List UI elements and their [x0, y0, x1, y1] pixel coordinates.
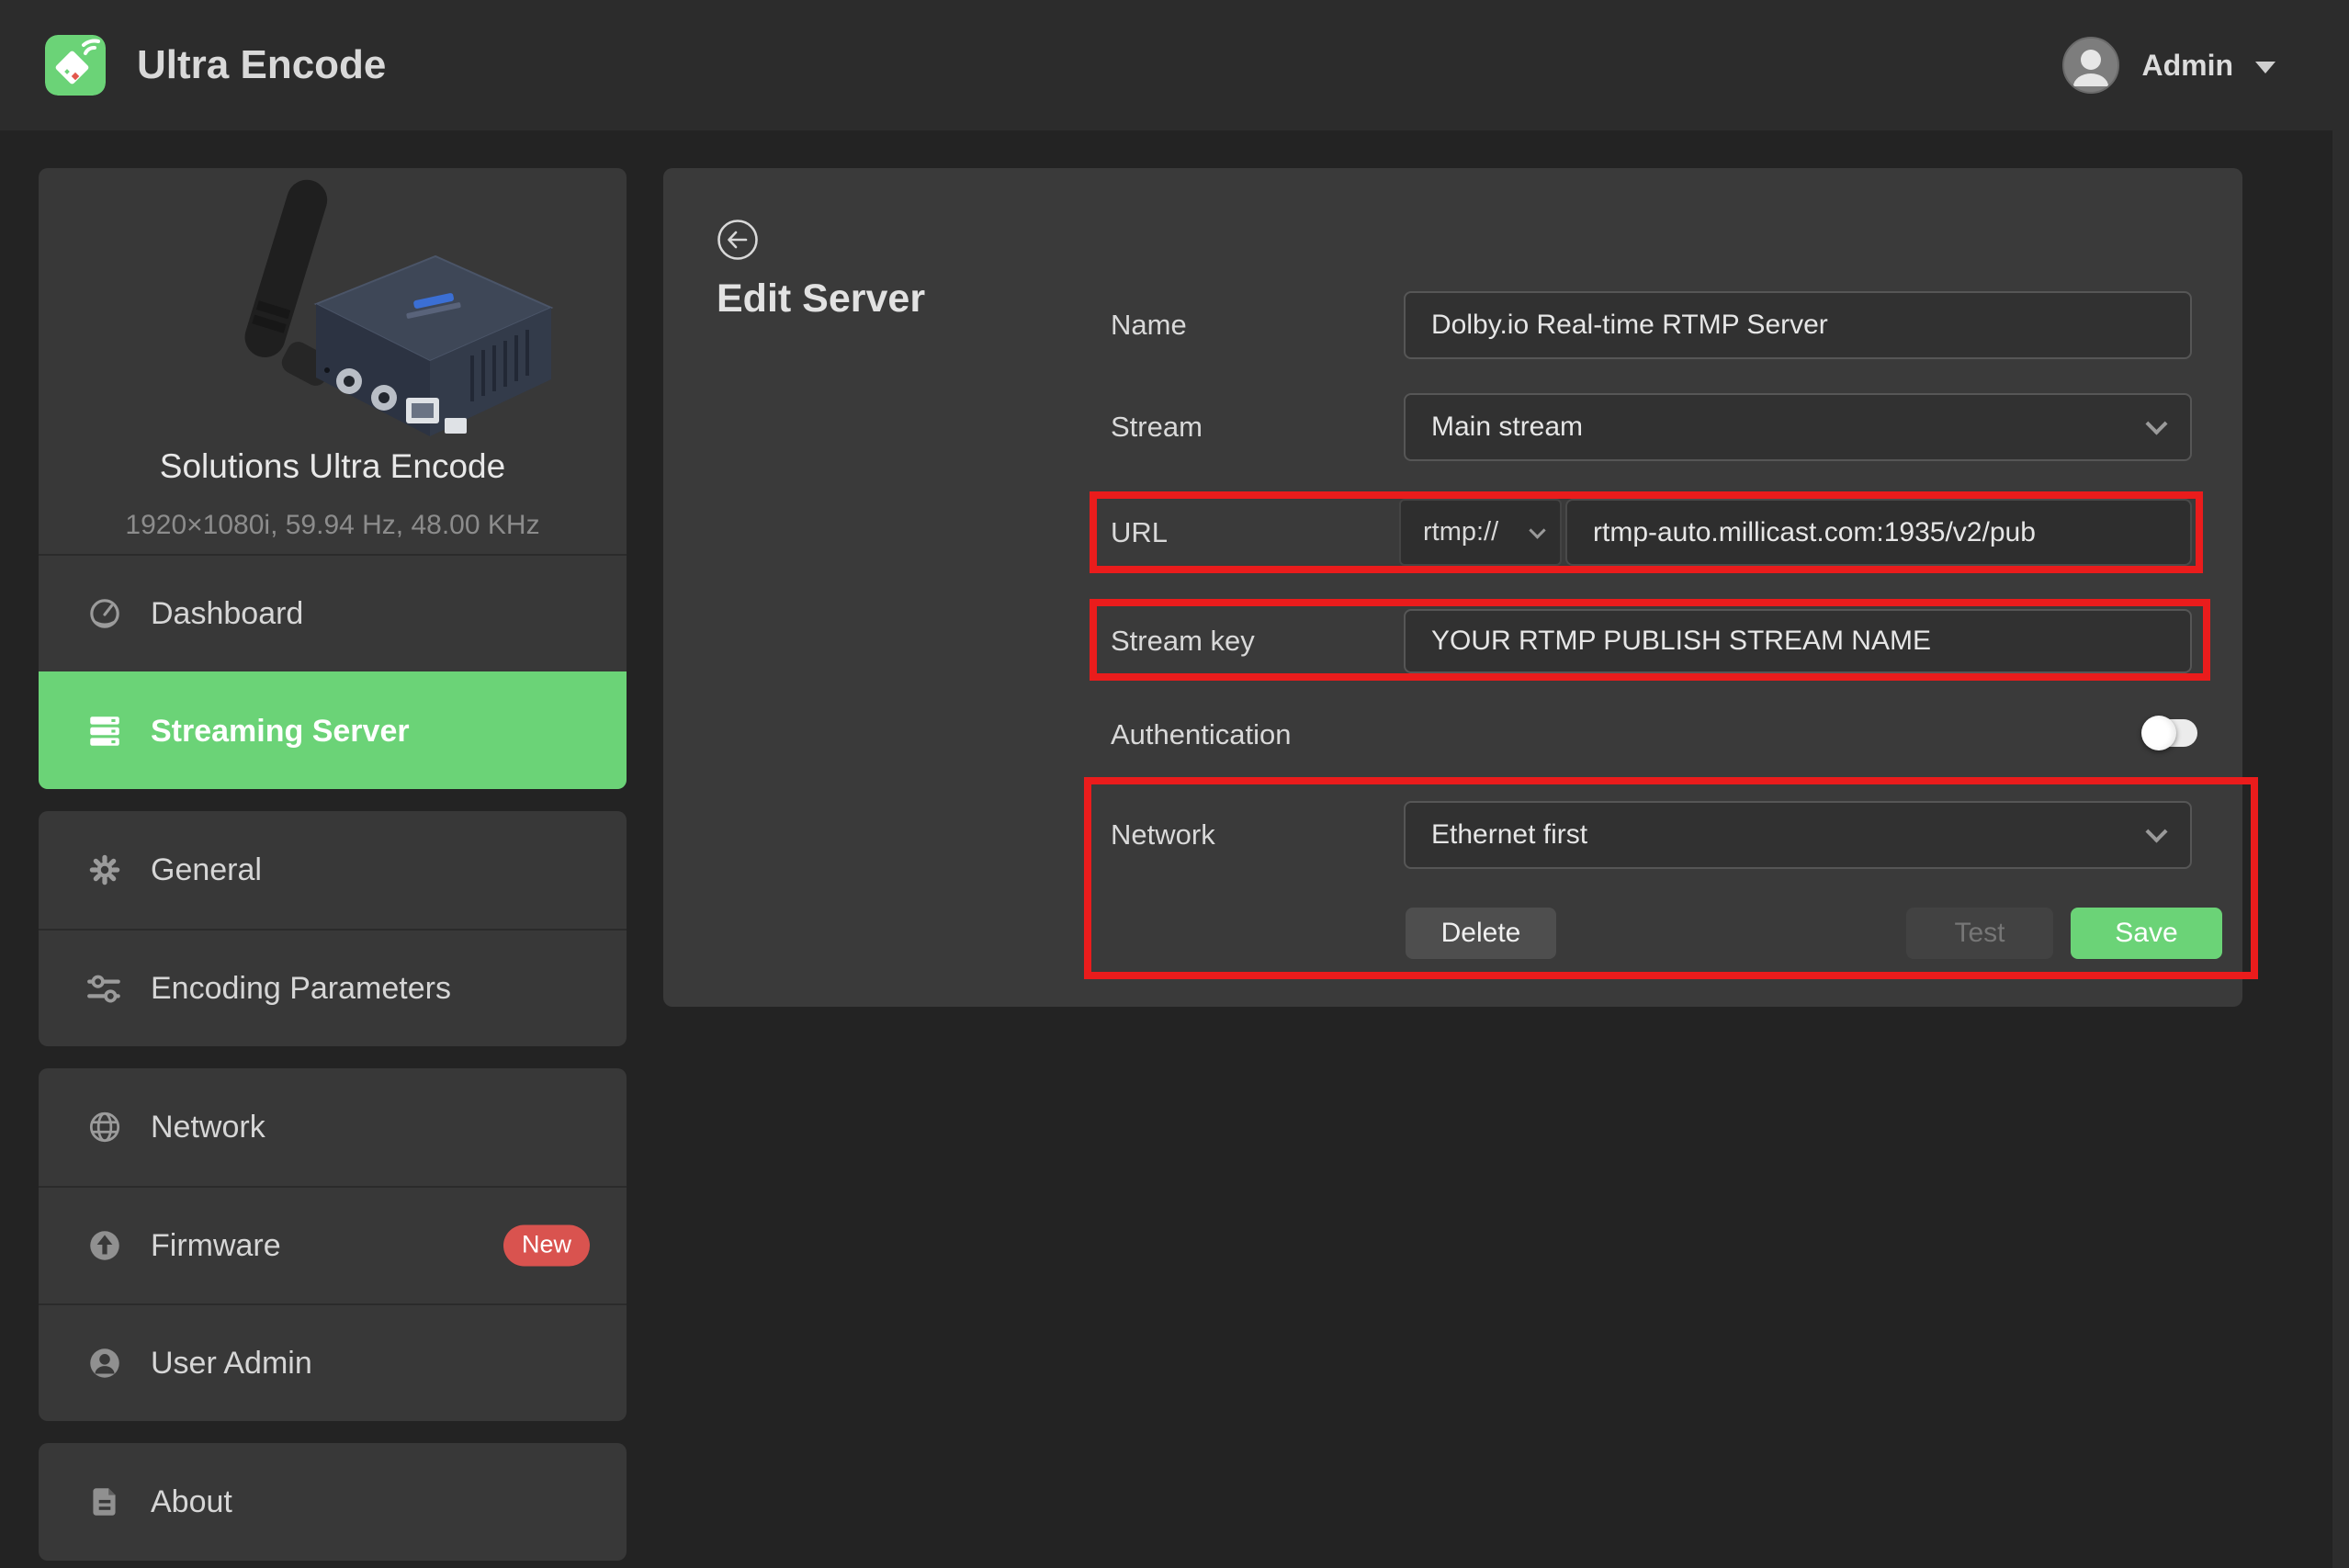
page-title: Edit Server — [717, 276, 925, 321]
app-logo-icon — [45, 35, 106, 96]
test-button[interactable]: Test — [1906, 908, 2053, 959]
user-name: Admin — [2141, 49, 2233, 83]
avatar — [2062, 37, 2119, 94]
chevron-down-icon — [2145, 820, 2167, 842]
sidebar-item-label: General — [151, 852, 262, 888]
sidebar-item-encoding-parameters[interactable]: Encoding Parameters — [39, 929, 627, 1046]
save-button[interactable]: Save — [2071, 908, 2222, 959]
chevron-down-icon — [2255, 62, 2276, 73]
sidebar-item-label: About — [151, 1484, 232, 1520]
sidebar-item-about[interactable]: About — [39, 1443, 627, 1561]
scrollbar-track[interactable] — [2332, 130, 2349, 1568]
server-stack-icon — [85, 711, 125, 751]
delete-button[interactable]: Delete — [1406, 908, 1556, 959]
document-icon — [85, 1482, 125, 1522]
sidebar-block-settings: General Encoding Parameters — [39, 811, 627, 1046]
back-button[interactable] — [717, 219, 759, 261]
stream-label: Stream — [1111, 393, 1203, 461]
sidebar-item-label: Encoding Parameters — [151, 971, 451, 1007]
upload-circle-icon — [85, 1225, 125, 1266]
device-image — [103, 168, 562, 453]
stream-select[interactable]: Main stream — [1404, 393, 2192, 461]
gear-icon — [85, 850, 125, 890]
user-menu[interactable]: Admin — [2062, 0, 2276, 130]
app-title: Ultra Encode — [137, 42, 386, 88]
sidebar-item-general[interactable]: General — [39, 811, 627, 929]
edit-server-panel: Edit Server Name Stream Main stream URL … — [663, 168, 2242, 1007]
authentication-label: Authentication — [1111, 710, 1291, 760]
url-input[interactable] — [1565, 499, 2192, 566]
url-protocol-select[interactable]: rtmp:// — [1399, 499, 1562, 566]
sidebar-block-about: About — [39, 1443, 627, 1561]
sidebar-block-device: Solutions Ultra Encode 1920×1080i, 59.94… — [39, 168, 627, 789]
new-badge: New — [503, 1225, 590, 1267]
name-label: Name — [1111, 291, 1187, 359]
authentication-toggle[interactable] — [2144, 719, 2197, 747]
gauge-icon — [85, 593, 125, 634]
stream-key-input[interactable] — [1404, 609, 2192, 673]
sidebar-item-streaming-server[interactable]: Streaming Server — [39, 671, 627, 789]
sidebar-item-label: User Admin — [151, 1346, 312, 1382]
network-label: Network — [1111, 801, 1215, 869]
url-protocol-value: rtmp:// — [1423, 517, 1498, 547]
user-circle-icon — [85, 1343, 125, 1383]
sidebar-item-dashboard[interactable]: Dashboard — [39, 554, 627, 671]
sidebar-item-label: Streaming Server — [151, 714, 410, 750]
stream-key-label: Stream key — [1111, 609, 1255, 673]
device-name: Solutions Ultra Encode — [160, 447, 505, 486]
sidebar-item-label: Firmware — [151, 1228, 281, 1264]
device-signal-info: 1920×1080i, 59.94 Hz, 48.00 KHz — [125, 510, 539, 541]
url-label: URL — [1111, 499, 1168, 566]
sidebar-item-user-admin[interactable]: User Admin — [39, 1303, 627, 1421]
sidebar-block-system: Network Firmware New User Admin — [39, 1068, 627, 1421]
chevron-down-icon — [1529, 522, 1545, 538]
sidebar-item-label: Network — [151, 1110, 265, 1145]
network-select[interactable]: Ethernet first — [1404, 801, 2192, 869]
name-input[interactable] — [1404, 291, 2192, 359]
globe-icon — [85, 1107, 125, 1147]
sidebar-item-network[interactable]: Network — [39, 1068, 627, 1186]
device-preview: Solutions Ultra Encode 1920×1080i, 59.94… — [39, 168, 627, 554]
sliders-icon — [85, 968, 125, 1009]
sidebar-item-label: Dashboard — [151, 596, 303, 632]
chevron-down-icon — [2145, 412, 2167, 434]
top-header: Ultra Encode Admin — [0, 0, 2349, 130]
sidebar-item-firmware[interactable]: Firmware New — [39, 1186, 627, 1303]
toggle-knob — [2141, 716, 2176, 750]
stream-select-value: Main stream — [1431, 412, 1583, 443]
network-select-value: Ethernet first — [1431, 819, 1587, 851]
